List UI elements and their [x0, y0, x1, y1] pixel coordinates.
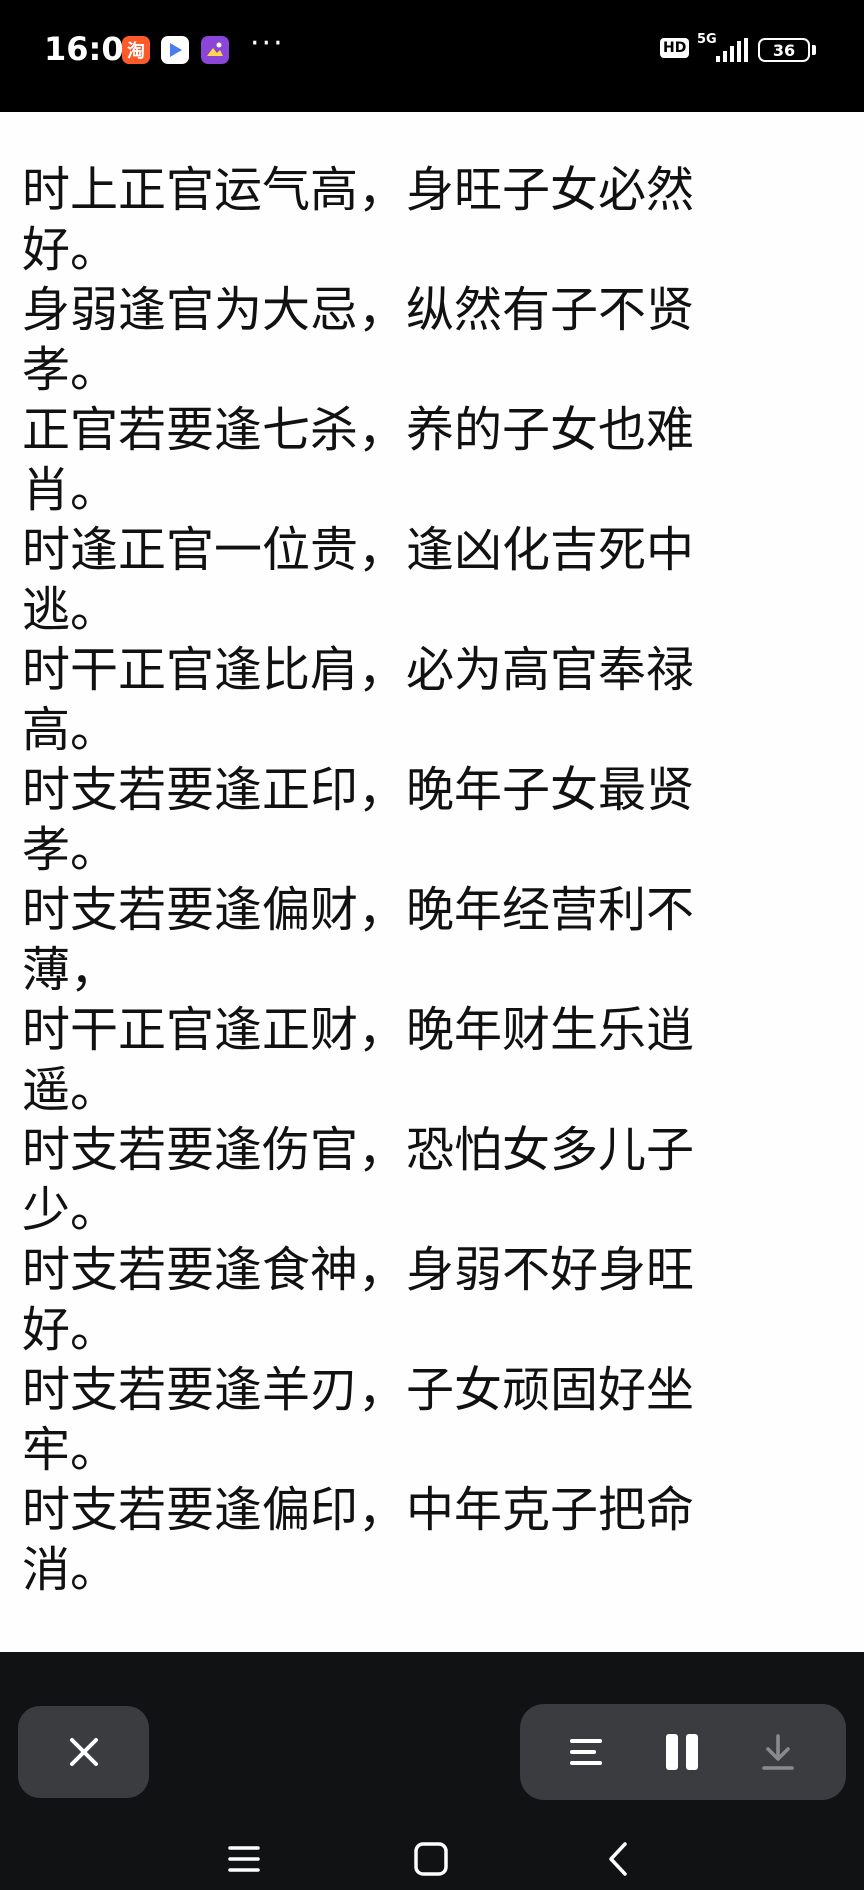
poem-line: 身弱逢官为大忌，纵然有子不贤孝。: [22, 282, 695, 398]
taobao-app-icon: 淘: [122, 36, 150, 64]
poem-line: 时支若要逢偏印，中年克子把命消。: [22, 1482, 695, 1598]
close-button[interactable]: [18, 1706, 149, 1798]
poem-line: 时干正官逢比肩，必为高官奉禄高。: [22, 642, 695, 758]
system-navigation-bar: [0, 1830, 864, 1890]
text-content-area: 时上正官运气高，身旺子女必然好。 身弱逢官为大忌，纵然有子不贤孝。 正官若要逢七…: [0, 112, 864, 1652]
signal-icon: [716, 38, 748, 62]
network-type-label: 5G: [697, 32, 717, 47]
download-button[interactable]: [750, 1724, 806, 1780]
poem-text: 时上正官运气高，身旺子女必然好。 身弱逢官为大忌，纵然有子不贤孝。 正官若要逢七…: [22, 160, 782, 1600]
pause-button[interactable]: [654, 1724, 710, 1780]
poem-line: 时上正官运气高，身旺子女必然好。: [22, 162, 695, 278]
hd-badge: HD: [660, 38, 690, 58]
poem-line: 时支若要逢正印，晚年子女最贤孝。: [22, 762, 695, 878]
battery-icon: 36: [758, 38, 810, 62]
poem-line: 时支若要逢羊刃，子女顽固好坐牢。: [22, 1362, 695, 1478]
gallery-app-icon: [201, 36, 229, 64]
home-button[interactable]: [406, 1834, 456, 1884]
close-icon: [69, 1738, 98, 1766]
poem-line: 正官若要逢七杀，养的子女也难肖。: [22, 402, 695, 518]
poem-line: 时逢正官一位贵，逢凶化吉死中逃。: [22, 522, 695, 638]
recent-apps-button[interactable]: [219, 1834, 269, 1884]
back-icon: [609, 1842, 627, 1876]
playback-controls: [520, 1704, 846, 1800]
poem-line: 时支若要逢偏财，晚年经营利不薄，: [22, 882, 695, 998]
video-app-icon: [161, 36, 189, 64]
list-button[interactable]: [558, 1724, 614, 1780]
status-bar: 16:01 淘 ··· HD 5G 36: [0, 0, 864, 112]
pause-icon: [666, 1734, 698, 1770]
home-icon: [414, 1842, 448, 1876]
battery-tip: [812, 45, 816, 55]
poem-line: 时干正官逢正财，晚年财生乐逍遥。: [22, 1002, 695, 1118]
recent-apps-icon: [228, 1846, 260, 1872]
poem-line: 时支若要逢食神，身弱不好身旺好。: [22, 1242, 695, 1358]
back-button[interactable]: [594, 1834, 644, 1884]
list-icon: [570, 1739, 602, 1765]
more-notifications-icon: ···: [250, 26, 285, 61]
poem-line: 时支若要逢伤官，恐怕女多儿子少。: [22, 1122, 695, 1238]
download-icon: [762, 1734, 794, 1770]
